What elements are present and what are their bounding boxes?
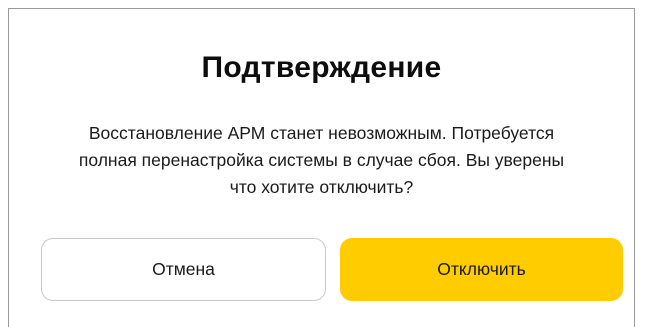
cancel-button[interactable]: Отмена: [41, 238, 326, 301]
dialog-title: Подтверждение: [201, 51, 442, 84]
confirmation-dialog: Подтверждение Восстановление АРМ станет …: [8, 8, 635, 327]
dialog-message: Восстановление АРМ станет невозможным. П…: [78, 123, 565, 197]
disable-button[interactable]: Отключить: [340, 238, 623, 301]
